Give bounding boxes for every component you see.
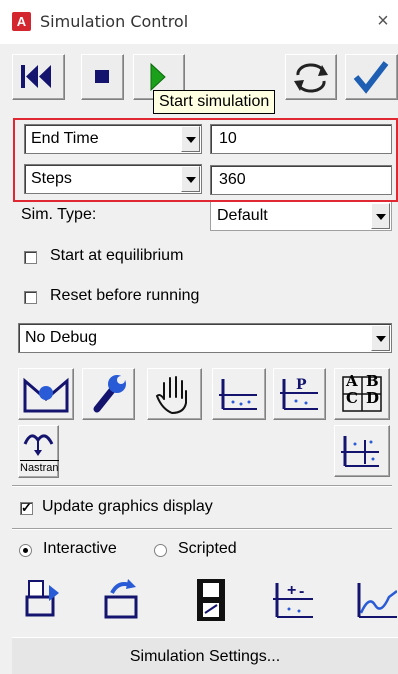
load-script-icon bbox=[25, 580, 59, 617]
nastran-icon bbox=[23, 434, 54, 456]
nastran-button[interactable]: Nastran bbox=[18, 425, 59, 478]
svg-text:+: + bbox=[287, 582, 296, 599]
interactive-radio[interactable] bbox=[19, 544, 32, 557]
start-at-equilibrium-checkbox[interactable] bbox=[24, 251, 37, 264]
stop-button[interactable] bbox=[81, 54, 124, 100]
abcd-a: A bbox=[346, 372, 358, 390]
plot-scatter-icon bbox=[341, 436, 379, 467]
param1-selector-value: End Time bbox=[31, 130, 99, 147]
sim-type-value: Default bbox=[217, 207, 268, 224]
plot-axes-icon bbox=[219, 379, 257, 410]
model-view-icon bbox=[23, 377, 69, 413]
stop-icon bbox=[95, 70, 109, 83]
plot-scatter-button[interactable] bbox=[334, 425, 390, 477]
film-button[interactable] bbox=[186, 574, 240, 626]
abcd-c: C bbox=[346, 389, 358, 407]
plot-peak-button[interactable]: P bbox=[273, 368, 326, 420]
update-graphics-checkbox[interactable] bbox=[20, 500, 33, 516]
scripted-label: Scripted bbox=[178, 540, 237, 557]
wrench-button[interactable] bbox=[82, 368, 135, 420]
abcd-b: B bbox=[366, 372, 379, 390]
param2-value-input[interactable]: 360 bbox=[210, 165, 392, 195]
load-folder-button[interactable] bbox=[95, 574, 149, 626]
plot-axes-button[interactable] bbox=[212, 368, 266, 420]
checkmark-icon bbox=[353, 61, 389, 94]
app-icon: A bbox=[12, 12, 31, 31]
plot-peak-icon: P bbox=[280, 377, 318, 410]
abcd-d: D bbox=[366, 389, 380, 407]
cycle-button[interactable] bbox=[285, 54, 337, 100]
chevron-down-icon[interactable] bbox=[181, 126, 200, 152]
curve-plot-icon bbox=[357, 583, 397, 618]
sim-type-label: Sim. Type: bbox=[21, 206, 97, 223]
reset-before-running-label: Reset before running bbox=[50, 287, 200, 304]
param2-selector[interactable]: Steps bbox=[24, 164, 202, 194]
chevron-down-icon[interactable] bbox=[371, 203, 390, 229]
divider bbox=[12, 528, 392, 530]
plot-plusminus-icon: + - bbox=[273, 582, 313, 618]
debug-select[interactable]: No Debug bbox=[18, 323, 392, 353]
wrench-icon bbox=[93, 375, 126, 413]
start-at-equilibrium-label: Start at equilibrium bbox=[50, 247, 184, 264]
interactive-label: Interactive bbox=[43, 540, 117, 557]
abcd-table-icon bbox=[342, 376, 382, 412]
model-view-button[interactable] bbox=[18, 368, 74, 420]
plot-plusminus-button[interactable]: + - bbox=[268, 574, 322, 626]
param1-value-input[interactable]: 10 bbox=[210, 124, 392, 154]
tooltip: Start simulation bbox=[153, 90, 276, 114]
film-icon bbox=[197, 579, 225, 621]
param2-selector-value: Steps bbox=[31, 170, 72, 187]
svg-text:-: - bbox=[299, 583, 304, 600]
param1-selector[interactable]: End Time bbox=[24, 124, 202, 154]
curve-plot-button[interactable] bbox=[350, 574, 398, 626]
chevron-down-icon[interactable] bbox=[371, 325, 390, 351]
cycle-refresh-icon bbox=[294, 63, 328, 93]
title-bar: A Simulation Control × bbox=[0, 0, 398, 44]
hand-icon bbox=[155, 376, 187, 415]
sim-type-select[interactable]: Default bbox=[210, 201, 392, 231]
hand-button[interactable] bbox=[147, 368, 202, 420]
simulation-settings-button[interactable]: Simulation Settings... bbox=[12, 637, 398, 674]
close-button[interactable]: × bbox=[372, 8, 394, 34]
load-folder-icon bbox=[104, 579, 138, 619]
load-script-button[interactable] bbox=[18, 574, 72, 626]
reset-before-running-checkbox[interactable] bbox=[24, 291, 37, 304]
rewind-to-start-icon bbox=[21, 65, 51, 88]
apply-button[interactable] bbox=[345, 54, 398, 100]
abcd-table-button[interactable] bbox=[334, 368, 390, 420]
window-title: Simulation Control bbox=[40, 12, 189, 31]
svg-text:P: P bbox=[296, 377, 307, 393]
update-graphics-label: Update graphics display bbox=[42, 498, 213, 515]
chevron-down-icon[interactable] bbox=[181, 166, 200, 192]
debug-value: No Debug bbox=[25, 329, 98, 346]
rewind-button[interactable] bbox=[12, 54, 65, 100]
scripted-radio[interactable] bbox=[154, 544, 167, 557]
nastran-label: Nastran bbox=[20, 460, 59, 474]
divider bbox=[12, 485, 392, 487]
